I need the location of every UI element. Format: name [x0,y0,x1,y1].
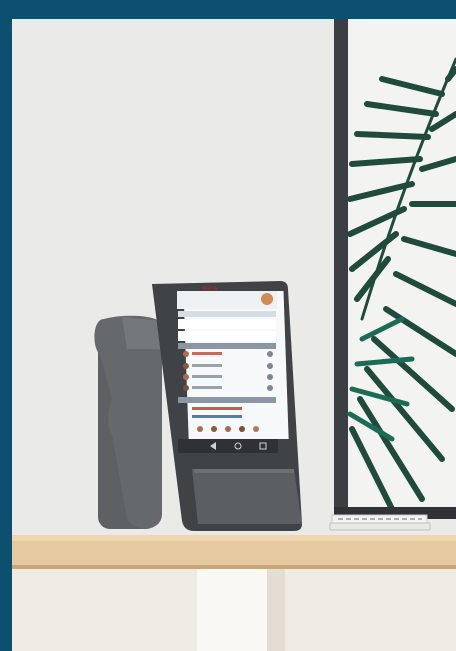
shelf-support [197,569,267,651]
blue-frame: AVAYA [0,0,456,651]
desk-phone-icon: AVAYA [94,281,302,531]
product-photo: AVAYA [12,19,456,651]
photo-scene: AVAYA [12,19,456,651]
frame-edge [334,19,348,519]
brand-label: AVAYA [202,286,218,292]
